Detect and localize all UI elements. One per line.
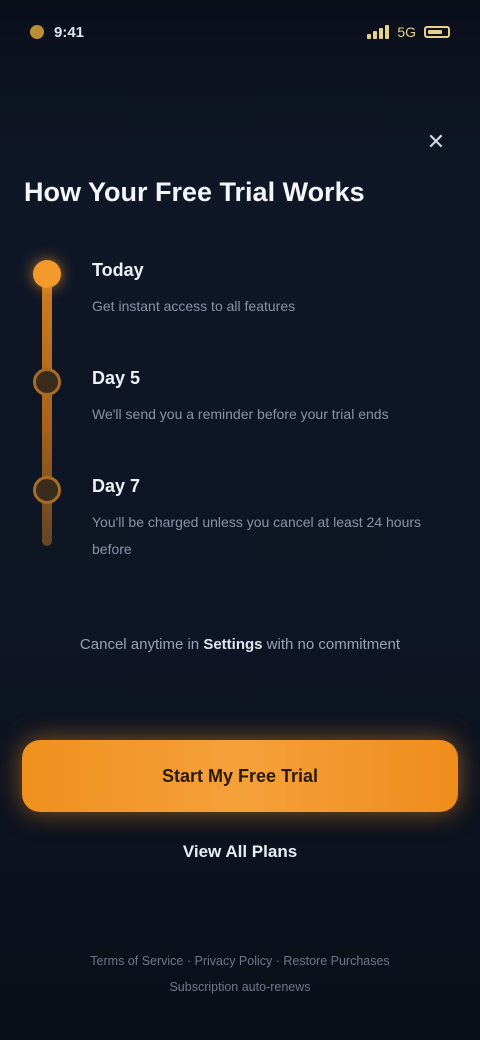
note-settings-highlight: Settings	[203, 636, 263, 653]
trial-timeline: Today Get instant access to all features…	[24, 248, 456, 588]
note-text-before: Cancel anytime in	[79, 636, 204, 653]
status-left: 9:41	[30, 24, 84, 41]
battery-icon	[424, 26, 450, 38]
recording-dot-icon	[30, 25, 44, 39]
page-title: How Your Free Trial Works	[24, 177, 365, 207]
timeline-track	[42, 276, 52, 546]
timeline-step: Day 5 We'll send you a reminder before y…	[92, 368, 460, 428]
step-description: We'll send you a reminder before your tr…	[92, 406, 389, 422]
timeline-dot-day7	[33, 476, 61, 504]
view-all-plans-link[interactable]: View All Plans	[120, 842, 360, 862]
step-description: You'll be charged unless you cancel at l…	[92, 514, 422, 557]
timeline-step: Day 7 You'll be charged unless you cance…	[92, 476, 460, 562]
timeline-step: Today Get instant access to all features	[92, 260, 460, 320]
cancel-note: Cancel anytime in Settings with no commi…	[60, 630, 420, 659]
timeline-dot-day5	[33, 368, 61, 396]
status-time: 9:41	[54, 23, 85, 41]
step-title: Day 5	[92, 368, 141, 388]
step-description: Get instant access to all features	[92, 298, 296, 314]
note-text-after: with no commitment	[262, 636, 401, 653]
signal-bars-icon	[367, 25, 390, 39]
footer-renewal-note: Subscription auto-renews	[169, 980, 311, 995]
status-bar: 9:41 5G	[0, 0, 480, 64]
timeline-dot-today	[33, 260, 61, 288]
legal-footer: Terms of Service · Privacy Policy · Rest…	[50, 948, 430, 1001]
footer-links[interactable]: Terms of Service · Privacy Policy · Rest…	[50, 948, 430, 974]
close-button[interactable]: ✕	[418, 124, 454, 160]
network-type: 5G	[397, 24, 416, 40]
step-title: Day 7	[92, 476, 141, 496]
start-free-trial-button[interactable]: Start My Free Trial	[22, 740, 458, 812]
paywall-screen: 9:41 5G ✕ How Your Free Trial Works Toda…	[0, 0, 480, 1040]
close-icon: ✕	[426, 129, 446, 154]
status-right: 5G	[367, 24, 450, 40]
step-title: Today	[92, 260, 144, 280]
